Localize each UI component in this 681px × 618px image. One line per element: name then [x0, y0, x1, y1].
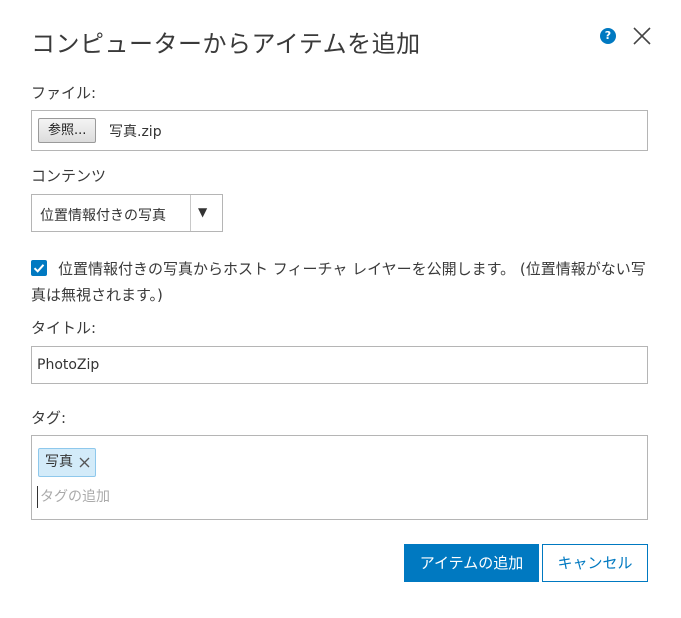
select-divider — [190, 195, 191, 231]
title-field — [31, 346, 648, 384]
file-label: ファイル: — [31, 84, 97, 102]
publish-checkbox[interactable] — [31, 260, 47, 276]
dialog-title: コンピューターからアイテムを追加 — [31, 30, 421, 58]
add-item-dialog: コンピューターからアイテムを追加 ? ファイル: 参照... 写真.zip コン… — [0, 0, 681, 618]
file-field: 参照... 写真.zip — [31, 110, 648, 151]
title-label: タイトル: — [31, 319, 97, 337]
remove-tag-icon[interactable] — [73, 449, 95, 476]
publish-option-text: 位置情報付きの写真からホスト フィーチャ レイヤーを公開します。 (位置情報がな… — [31, 260, 646, 304]
contents-select[interactable]: 位置情報付きの写真 ▼ — [31, 194, 223, 232]
checkmark-icon — [33, 264, 45, 273]
contents-selected-value: 位置情報付きの写真 — [40, 208, 166, 224]
browse-button[interactable]: 参照... — [38, 118, 97, 143]
contents-label: コンテンツ — [31, 167, 107, 185]
tag-chip: 写真 — [38, 448, 96, 477]
help-icon[interactable]: ? — [600, 28, 616, 44]
add-item-button[interactable]: アイテムの追加 — [404, 544, 539, 582]
tag-input[interactable] — [37, 486, 337, 508]
chevron-down-icon: ▼ — [198, 205, 208, 219]
cancel-button[interactable]: キャンセル — [542, 544, 648, 582]
title-input[interactable] — [33, 348, 646, 382]
tags-field: 写真 — [31, 435, 648, 520]
tags-label: タグ: — [31, 409, 67, 427]
selected-file-name: 写真.zip — [109, 124, 162, 140]
tag-label: 写真 — [45, 454, 73, 470]
close-icon[interactable] — [632, 26, 652, 46]
